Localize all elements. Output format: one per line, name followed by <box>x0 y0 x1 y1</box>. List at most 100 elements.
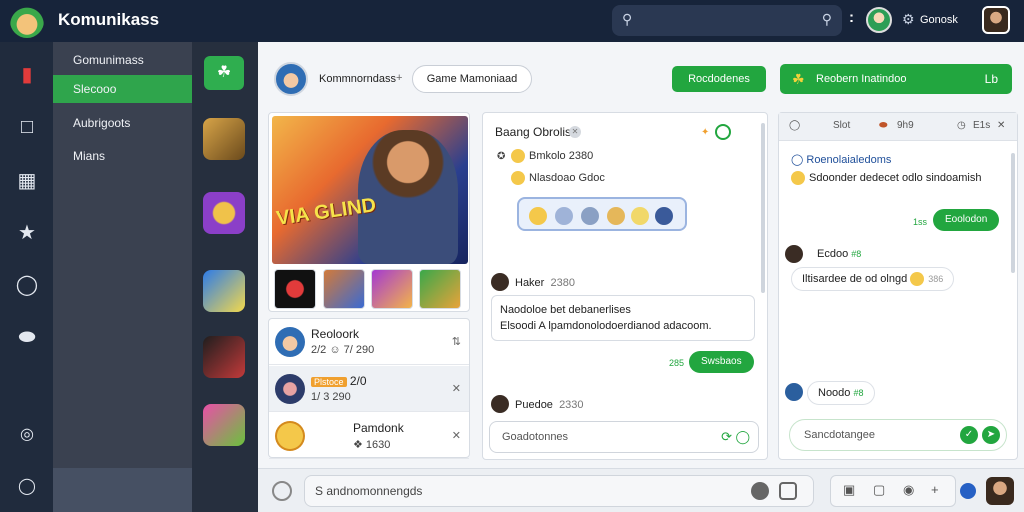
thumbnail[interactable] <box>274 269 316 309</box>
game-icon[interactable] <box>203 118 245 160</box>
bubble-tag: #8 <box>853 388 864 398</box>
secondary-button[interactable]: ☘ Reobern Inatindoo Lb <box>780 64 1012 94</box>
message-bubble: Iltisardee de od olngd 386 <box>791 267 955 291</box>
close-icon[interactable]: ✕ <box>452 429 461 442</box>
tab-icon[interactable]: ◯ <box>789 120 800 131</box>
reply-placeholder: Sancdotangee <box>804 429 875 441</box>
game-icon[interactable] <box>203 270 245 312</box>
reply-bubble[interactable]: Eoolodon <box>933 209 1000 231</box>
chat-icon[interactable]: ◯ <box>14 272 40 298</box>
add-icon[interactable]: + <box>396 72 402 84</box>
star-icon[interactable]: ✦ <box>701 127 709 138</box>
square-icon[interactable]: □ <box>14 114 40 140</box>
close-icon[interactable]: ✕ <box>452 382 461 395</box>
status-avatar[interactable] <box>866 7 892 33</box>
scrollbar[interactable] <box>761 123 765 293</box>
chat-list-item[interactable]: Plstoce 2/0 1/ 3 290 ✕ <box>269 366 469 412</box>
game-icon[interactable] <box>203 192 245 234</box>
card-icon[interactable]: ▮ <box>14 62 40 88</box>
search-bar[interactable]: ⚲ ⚲ <box>612 5 842 36</box>
chat-meta: ❖ 1630 <box>353 439 391 451</box>
search-submit-icon[interactable]: ⚲ <box>822 11 832 28</box>
emoji-icon[interactable] <box>555 207 573 225</box>
file-icon[interactable]: ▢ <box>873 482 885 498</box>
author-name: Haker <box>515 277 545 289</box>
plus-icon[interactable]: + <box>931 482 939 497</box>
scrollbar[interactable] <box>1011 153 1015 273</box>
sidebar-item-active[interactable]: Slecooo <box>53 75 192 103</box>
message-input[interactable]: Goadotonnes ⟳ ◯ <box>489 421 759 453</box>
reply-bubble[interactable]: Swsbaos <box>689 351 754 373</box>
sidebar-item[interactable]: Mians <box>53 142 192 170</box>
more-menu-icon[interactable]: : <box>849 9 854 26</box>
close-icon[interactable]: ⇅ <box>452 335 461 348</box>
power-icon[interactable]: ◯ <box>14 474 40 500</box>
settings-icon[interactable]: ◎ <box>14 422 40 448</box>
message-body: Naodoloe bet debanerlises Elsoodi A lpam… <box>491 295 755 341</box>
emoji-icon[interactable] <box>529 207 547 225</box>
thumbnail[interactable] <box>323 269 365 309</box>
chat-meta: 1/ 3 290 <box>311 391 351 403</box>
chat-meta: 2/2 ☺ 7/ 290 <box>311 344 375 356</box>
mic-icon[interactable] <box>751 482 769 500</box>
attach-icon[interactable]: ⟳ <box>721 422 732 452</box>
search-icon: ⚲ <box>622 11 633 27</box>
emoji-icon[interactable] <box>607 207 625 225</box>
close-icon[interactable]: ✕ <box>997 120 1005 131</box>
tab-e1s[interactable]: E1s <box>973 120 990 131</box>
sidebar-item[interactable]: Aubrigoots <box>53 109 192 137</box>
star-icon[interactable]: ★ <box>14 220 40 246</box>
thumbnail[interactable] <box>371 269 413 309</box>
chat-line-text: Bmkolo 2380 <box>529 149 594 162</box>
primary-button[interactable]: Rocdodenes <box>672 66 766 92</box>
composer-input[interactable]: S andnomonnengds <box>304 475 814 507</box>
user-avatar[interactable] <box>986 477 1014 505</box>
game-pill[interactable]: Game Mamoniaad <box>412 65 532 93</box>
hero-image[interactable]: VIA GLIND <box>272 116 468 264</box>
close-icon[interactable]: ✕ <box>569 126 581 138</box>
bubble-text: Noodo <box>818 387 851 399</box>
emoji-icon[interactable] <box>631 207 649 225</box>
game-icon[interactable] <box>203 404 245 446</box>
image-icon[interactable]: ▣ <box>843 482 855 498</box>
clock-icon[interactable]: ◷ <box>957 120 966 131</box>
game-controller-icon[interactable]: ◉ <box>903 482 914 498</box>
send-icon[interactable]: ➤ <box>982 426 1000 444</box>
tab-9h9[interactable]: 9h9 <box>897 120 914 131</box>
emoji-icon[interactable] <box>581 207 599 225</box>
send-icon[interactable]: ◯ <box>735 422 750 452</box>
download-icon[interactable]: ✓ <box>960 426 978 444</box>
user-avatar[interactable] <box>982 6 1010 34</box>
avatar <box>275 374 305 404</box>
contact-avatar[interactable] <box>274 62 308 96</box>
reply-label: 285 <box>669 358 685 368</box>
emoji-icon[interactable] <box>272 481 292 501</box>
chat-list-item[interactable]: Pamdonk ❖ 1630 ✕ <box>269 413 469 459</box>
reply-input[interactable]: Sancdotangee ✓ ➤ <box>789 419 1007 451</box>
sidebar-item[interactable]: Gomunimass <box>53 46 192 74</box>
chat-list-item[interactable]: Reoloork 2/2 ☺ 7/ 290 ⇅ <box>269 319 469 365</box>
grid-icon[interactable]: ▦ <box>14 168 40 194</box>
badge-extra: 2/0 <box>349 374 367 388</box>
game-rail: ☘ <box>192 42 258 512</box>
bubble-text: Ecdoo <box>817 248 849 260</box>
sticker-icon[interactable] <box>779 482 797 500</box>
emoji-icon[interactable] <box>655 207 673 225</box>
user-name[interactable]: Gonosk <box>920 14 958 26</box>
tab-slot[interactable]: Slot <box>833 120 850 131</box>
contact-name: Kommnorndass <box>319 73 397 85</box>
gear-icon[interactable]: ⚙ <box>902 11 915 28</box>
thumbnail[interactable] <box>419 269 461 309</box>
side-title-text: Roenolaialedoms <box>806 154 892 166</box>
side-panel: ◯ Slot ⬬ 9h9 ◷ E1s ✕ ◯ Roenolaialedoms S… <box>778 112 1018 460</box>
chat-line-text: Nlasdoao Gdoc <box>529 171 605 184</box>
composer-tools: ▣ ▢ ◉ + <box>830 475 956 507</box>
game-icon[interactable] <box>203 336 245 378</box>
clover-icon: ☘ <box>792 71 805 87</box>
message-bubble: Ecdoo #8 <box>807 243 872 267</box>
status-icon[interactable] <box>960 483 976 499</box>
chat-name: Reoloork <box>311 327 360 341</box>
emoji-reaction-bar[interactable] <box>517 197 687 231</box>
add-game-button[interactable]: ☘ <box>204 56 244 90</box>
shield-icon[interactable]: ⬬ <box>14 324 40 350</box>
